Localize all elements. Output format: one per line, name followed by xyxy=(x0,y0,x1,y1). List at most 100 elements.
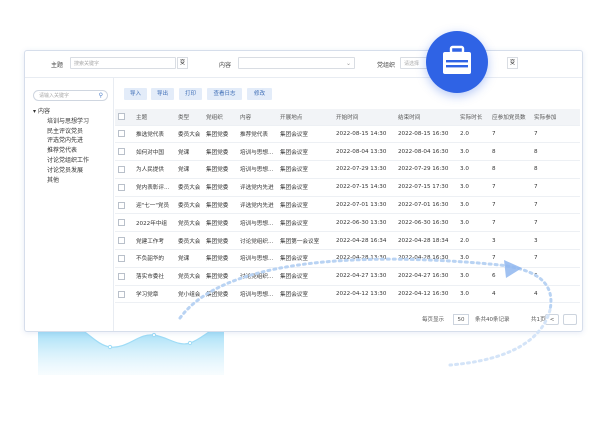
table-cell: 培训与思想... xyxy=(237,160,277,179)
column-header[interactable]: 结束时间 xyxy=(395,109,457,126)
row-select-cell[interactable] xyxy=(115,213,133,233)
row-checkbox[interactable] xyxy=(118,130,125,138)
table-cell: 为人民提供 xyxy=(133,160,175,179)
tree-root-label: 内容 xyxy=(37,108,50,115)
subject-search-input[interactable]: 搜索关键字 xyxy=(70,57,176,69)
row-checkbox[interactable] xyxy=(118,183,125,191)
row-checkbox[interactable] xyxy=(118,201,125,209)
table-cell: 委员大会 xyxy=(175,178,203,197)
table-cell: 集团会议室 xyxy=(277,160,333,179)
row-checkbox[interactable] xyxy=(118,290,125,298)
table-cell: 2022-07-29 16:30 xyxy=(395,160,457,179)
subject-toggle-button[interactable]: 变 xyxy=(177,57,188,69)
row-select-cell[interactable] xyxy=(115,249,133,268)
select-all-cell[interactable] xyxy=(115,109,133,126)
row-select-cell[interactable] xyxy=(115,231,133,251)
tree-item-discuss-org-work[interactable]: 讨论党组织工作 xyxy=(33,156,89,166)
column-header[interactable]: 内容 xyxy=(237,109,277,126)
row-select-cell[interactable] xyxy=(115,125,133,144)
table-cell: 集团党委 xyxy=(203,196,237,215)
table-cell: 集团会议室 xyxy=(277,125,333,144)
table-cell: 集团会议室 xyxy=(277,142,333,162)
column-header[interactable]: 应参加党员数 xyxy=(489,109,531,126)
import-button[interactable]: 导入 xyxy=(124,88,147,100)
print-button[interactable]: 打印 xyxy=(179,88,202,100)
tree-item-discuss-member-dev[interactable]: 讨论党员发展 xyxy=(33,166,89,176)
table-cell: 3.0 xyxy=(457,142,489,162)
table-cell: 8 xyxy=(531,160,580,179)
tree-sidebar: 请输入关键字 ⚲ ▾ 内容 培训与思想学习 民主评议党员 评选党内先进 推荐党代… xyxy=(25,78,114,331)
row-checkbox[interactable] xyxy=(118,165,125,173)
row-checkbox[interactable] xyxy=(118,237,125,245)
table-cell: 7 xyxy=(489,178,531,197)
row-select-cell[interactable] xyxy=(115,196,133,215)
table-cell: 集团党委 xyxy=(203,125,237,144)
table-row[interactable]: 推选党代表 委员大会 集团党委 推荐党代表 集团会议室 2022-08-15 14:30 2… xyxy=(115,125,580,144)
table-cell: 2.0 xyxy=(457,125,489,144)
table-cell: 2022-08-04 13:30 xyxy=(333,142,395,162)
row-checkbox[interactable] xyxy=(118,219,125,227)
category-tree: ▾ 内容 培训与思想学习 民主评议党员 评选党内先进 推荐党代表 讨论党组织工作… xyxy=(33,107,89,185)
row-checkbox[interactable] xyxy=(118,148,125,156)
table-row[interactable]: 如何对中国 党课 集团党委 培训与思想... 集团会议室 2022-08-04 13:30… xyxy=(115,142,580,162)
tree-item-democratic-review[interactable]: 民主评议党员 xyxy=(33,127,89,137)
row-select-cell[interactable] xyxy=(115,178,133,197)
table-cell: 2022-07-15 14:30 xyxy=(333,178,395,197)
table-cell: 迎"七一"党员 xyxy=(133,196,175,215)
org-toggle-button[interactable]: 变 xyxy=(507,57,518,69)
table-cell: 7 xyxy=(489,125,531,144)
edit-button[interactable]: 修改 xyxy=(247,88,272,100)
table-cell: 如何对中国 xyxy=(133,142,175,162)
table-row[interactable]: 迎"七一"党员 委员大会 集团党委 评选党内先进 集团会议室 2022-07-01 13:… xyxy=(115,196,580,215)
tree-item-training[interactable]: 培训与思想学习 xyxy=(33,117,89,127)
search-icon[interactable]: ⚲ xyxy=(99,91,103,101)
export-button[interactable]: 导出 xyxy=(151,88,174,100)
table-cell: 2022-07-29 13:30 xyxy=(333,160,395,179)
table-cell: 2022-07-01 13:30 xyxy=(333,196,395,215)
table-cell: 集团会议室 xyxy=(277,196,333,215)
row-select-cell[interactable] xyxy=(115,160,133,179)
caret-down-icon[interactable]: ▾ xyxy=(33,108,36,115)
subject-filter-label: 主题 xyxy=(51,62,64,69)
content-select[interactable]: ⌄ xyxy=(238,57,355,69)
table-cell: 2022-08-04 16:30 xyxy=(395,142,457,162)
table-cell: 集团会议室 xyxy=(277,178,333,197)
select-all-checkbox[interactable] xyxy=(118,113,125,121)
decorative-dotted-arc xyxy=(178,257,553,367)
tree-item-recommend-delegate[interactable]: 推荐党代表 xyxy=(33,146,89,156)
table-row[interactable]: 为人民提供 党课 集团党委 培训与思想... 集团会议室 2022-07-29 13:30… xyxy=(115,160,580,179)
tree-item-select-advanced[interactable]: 评选党内先进 xyxy=(33,136,89,146)
table-cell: 8 xyxy=(489,160,531,179)
column-header[interactable]: 实际参加 xyxy=(531,109,580,126)
tree-item-other[interactable]: 其他 xyxy=(33,176,89,186)
table-header-row: 主题 类型 党组织 内容 开展地点 开始时间 结束时间 实际时长 应参加党员数 … xyxy=(115,109,580,126)
suitcase-icon xyxy=(443,45,471,74)
tree-root[interactable]: ▾ 内容 xyxy=(33,107,89,117)
column-header[interactable]: 党组织 xyxy=(203,109,237,126)
content-filter-label: 内容 xyxy=(219,62,232,69)
row-checkbox[interactable] xyxy=(118,272,125,280)
table-cell: 推选党代表 xyxy=(133,125,175,144)
column-header[interactable]: 类型 xyxy=(175,109,203,126)
table-cell: 2022-08-15 14:30 xyxy=(333,125,395,144)
view-log-button[interactable]: 查看日志 xyxy=(207,88,242,100)
table-cell: 2022-07-15 17:30 xyxy=(395,178,457,197)
table-cell: 委员大会 xyxy=(175,196,203,215)
column-header[interactable]: 开展地点 xyxy=(277,109,333,126)
filter-bar: 主题 搜索关键字 变 内容 ⌄ 党组织 请选择 变 xyxy=(25,51,582,78)
table-cell: 党课 xyxy=(175,142,203,162)
column-header[interactable]: 开始时间 xyxy=(333,109,395,126)
row-select-cell[interactable] xyxy=(115,142,133,162)
table-cell: 2022-07-01 16:30 xyxy=(395,196,457,215)
table-row[interactable]: 党内表彰评... 委员大会 集团党委 评选党内先进 集团会议室 2022-07-15 14… xyxy=(115,178,580,197)
tree-search-input[interactable]: 请输入关键字 ⚲ xyxy=(33,90,108,101)
row-select-cell[interactable] xyxy=(115,285,133,304)
table-cell: 8 xyxy=(489,142,531,162)
table-cell: 7 xyxy=(531,178,580,197)
row-select-cell[interactable] xyxy=(115,267,133,286)
column-header[interactable]: 实际时长 xyxy=(457,109,489,126)
table-cell: 2022-08-15 16:30 xyxy=(395,125,457,144)
table-cell: 7 xyxy=(531,125,580,144)
column-header[interactable]: 主题 xyxy=(133,109,175,126)
row-checkbox[interactable] xyxy=(118,254,125,262)
